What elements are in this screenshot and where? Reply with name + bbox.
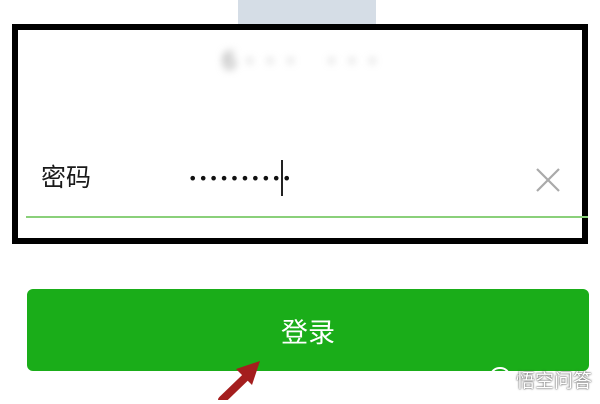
close-icon[interactable]: [532, 164, 564, 196]
password-field[interactable]: [188, 162, 498, 194]
text-cursor: [281, 160, 283, 196]
arrow-pointer-icon: [200, 355, 280, 404]
password-label: 密码: [41, 163, 92, 192]
login-button[interactable]: 登录: [27, 289, 589, 371]
watermark: 悟空问答: [489, 366, 592, 392]
account-field[interactable]: 6··· ··· 3: [222, 46, 396, 76]
avatar: [238, 0, 376, 24]
watermark-text: 悟空问答: [515, 369, 592, 392]
password-field-underline: [26, 216, 588, 218]
chat-bubble-icon: [489, 366, 511, 392]
